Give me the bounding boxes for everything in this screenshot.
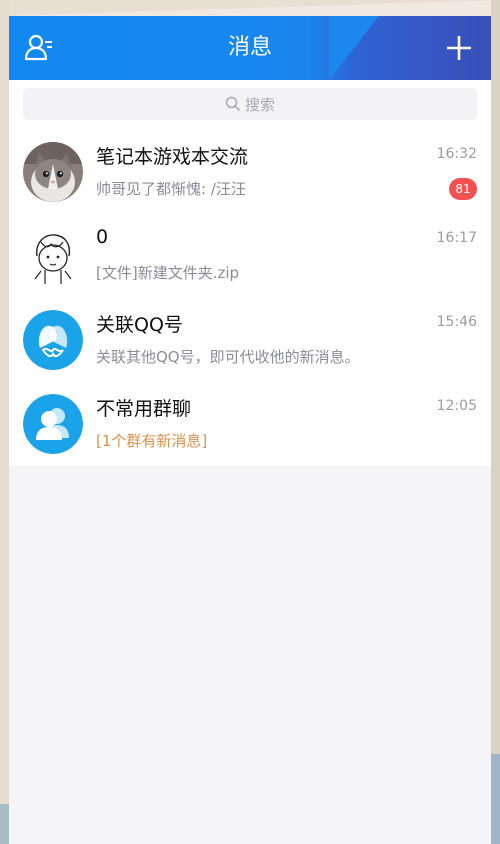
group-icon bbox=[23, 394, 83, 454]
conversation-time: 16:32 bbox=[436, 146, 477, 162]
cat-photo-avatar bbox=[23, 142, 83, 202]
sketch-girl-avatar bbox=[23, 226, 83, 286]
conversation-time: 16:17 bbox=[436, 230, 477, 246]
search-container: 搜索 bbox=[9, 80, 491, 130]
page-title: 消息 bbox=[227, 35, 272, 60]
search-placeholder: 搜索 bbox=[244, 95, 275, 114]
conversation-name: 笔记本游戏本交流 bbox=[96, 146, 249, 168]
conversation-item[interactable]: 0 16:17 [文件]新建文件夹.zip bbox=[9, 214, 491, 298]
conversation-preview: 帅哥见了都惭愧: /汪汪 bbox=[96, 180, 246, 198]
conversation-item[interactable]: 不常用群聊 12:05 [1个群有新消息] bbox=[9, 382, 491, 466]
conversation-name: 关联QQ号 bbox=[96, 314, 183, 336]
conversation-name: 0 bbox=[96, 226, 109, 248]
plus-icon[interactable] bbox=[443, 32, 475, 64]
message-screen: 消息 搜索 笔记本游戏本交流 16:32 帅哥见了都惭愧: /汪汪 81 0 1… bbox=[9, 16, 491, 844]
unread-badge: 81 bbox=[449, 178, 477, 200]
conversation-item[interactable]: 关联QQ号 15:46 关联其他QQ号，即可代收他的新消息。 bbox=[9, 298, 491, 382]
search-icon bbox=[225, 96, 241, 112]
conversation-preview: [文件]新建文件夹.zip bbox=[96, 264, 240, 282]
linked-accounts-icon bbox=[23, 310, 83, 370]
conversation-preview: 关联其他QQ号，即可代收他的新消息。 bbox=[96, 348, 360, 366]
conversation-item[interactable]: 笔记本游戏本交流 16:32 帅哥见了都惭愧: /汪汪 81 bbox=[9, 130, 491, 214]
conversation-time: 15:46 bbox=[436, 314, 477, 330]
search-input[interactable]: 搜索 bbox=[23, 88, 477, 120]
conversation-name: 不常用群聊 bbox=[96, 398, 192, 420]
conversation-time: 12:05 bbox=[436, 398, 477, 414]
conversation-preview: [1个群有新消息] bbox=[96, 432, 208, 450]
conversation-list: 笔记本游戏本交流 16:32 帅哥见了都惭愧: /汪汪 81 0 16:17 [… bbox=[9, 130, 491, 466]
header-bar: 消息 bbox=[9, 16, 491, 80]
